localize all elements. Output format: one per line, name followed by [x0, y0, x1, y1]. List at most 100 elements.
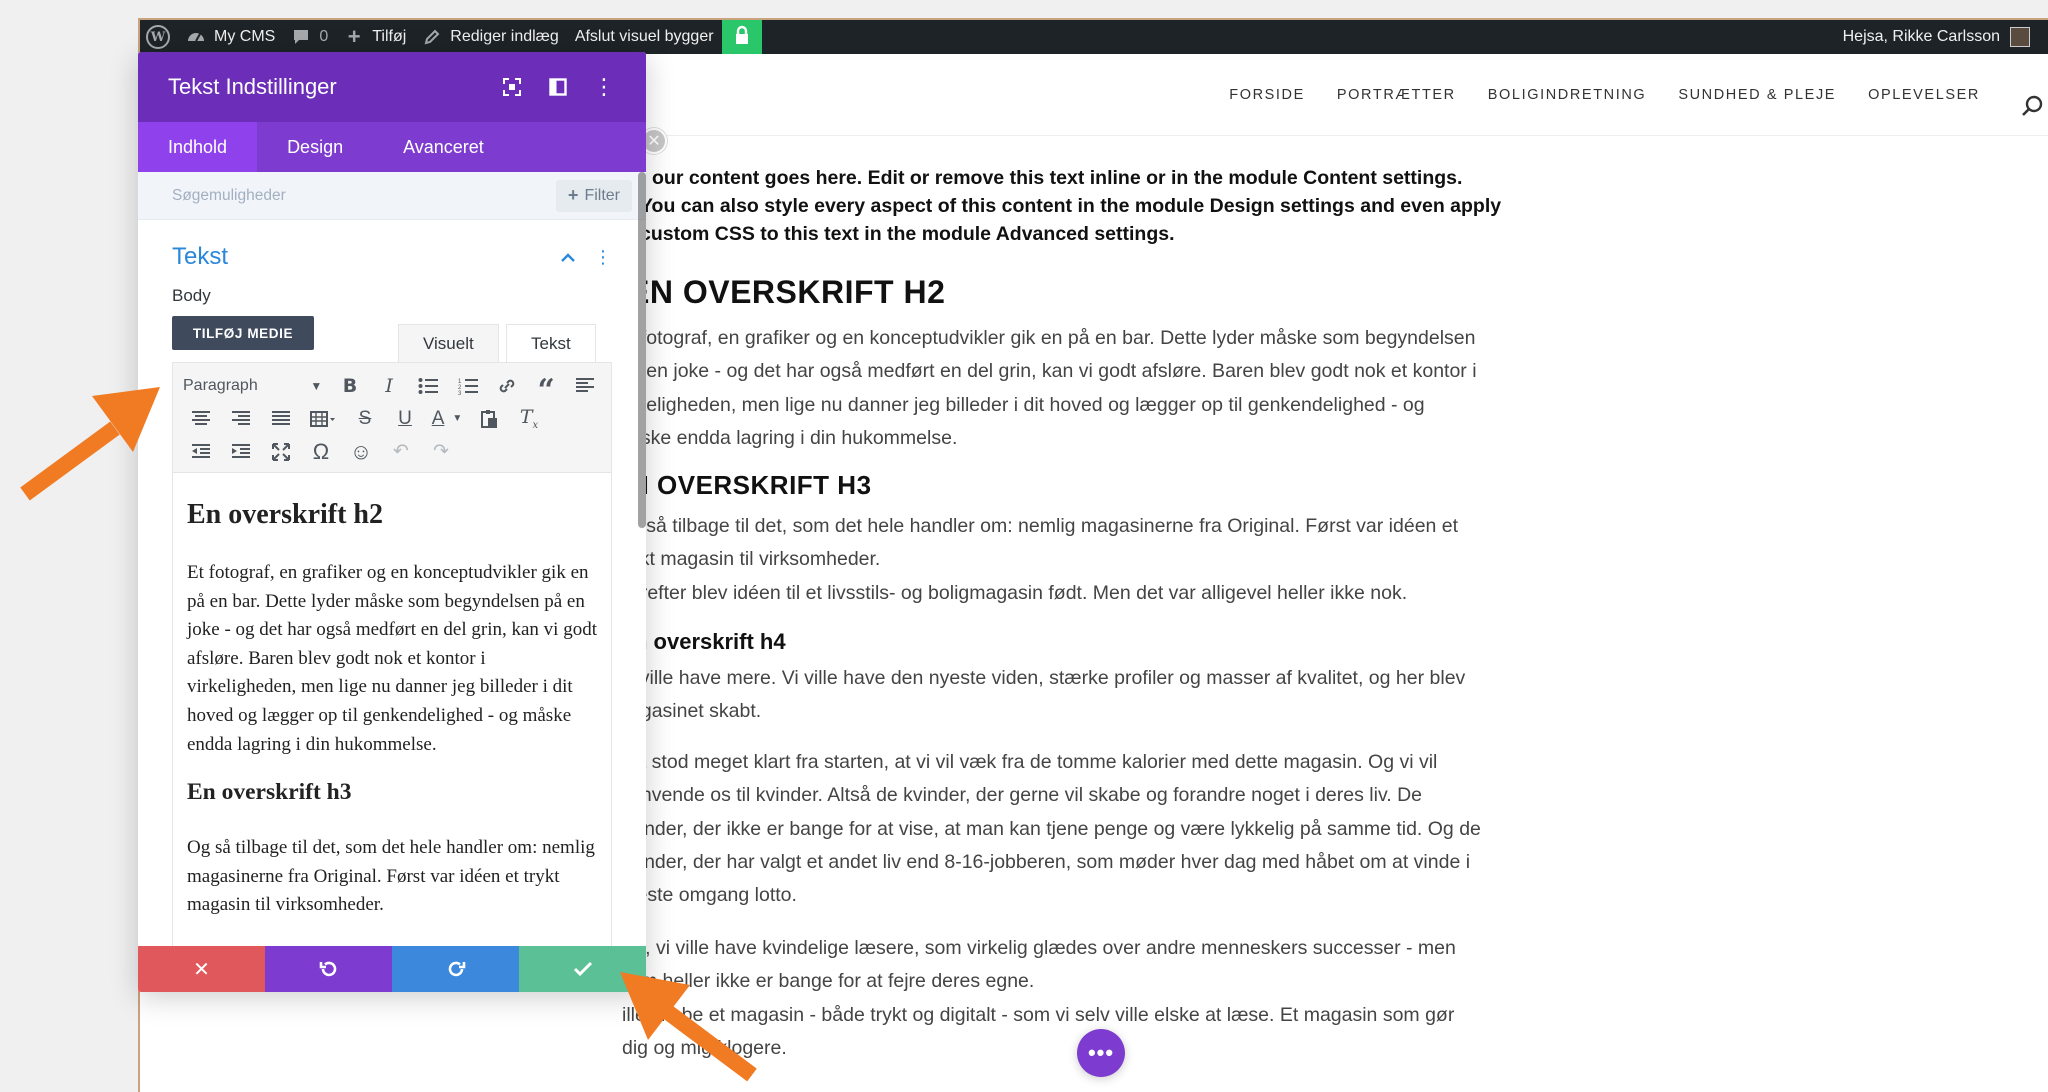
- align-right-button[interactable]: [221, 404, 261, 434]
- outdent-button[interactable]: [181, 437, 221, 467]
- save-button[interactable]: [519, 946, 646, 992]
- paragraph-line: vinder, der ikke er bange for at vise, a…: [630, 817, 1481, 840]
- plus-icon: +: [347, 24, 361, 49]
- exit-visual-builder-label: Afslut visuel bygger: [574, 28, 714, 45]
- text-module-intro[interactable]: our content goes here. Edit or remove th…: [640, 164, 1762, 248]
- undo-button[interactable]: [265, 946, 392, 992]
- editor-heading-h3: En overskrift h3: [187, 779, 352, 806]
- tab-indhold[interactable]: Indhold: [138, 122, 258, 172]
- paragraph-line: ej, vi ville have kvindelige læsere, som…: [630, 937, 1456, 959]
- paragraph-line: dig og mig klogere.: [622, 1036, 787, 1059]
- lock-button[interactable]: [721, 20, 762, 54]
- chevron-up-icon[interactable]: [560, 247, 576, 268]
- columns-icon: [549, 78, 567, 96]
- emoji-button[interactable]: ☺: [341, 437, 381, 467]
- paragraph-line: ille skabe et magasin - både trykt og di…: [622, 1003, 1455, 1026]
- filter-button[interactable]: + Filter: [555, 179, 632, 212]
- user-avatar: [2010, 27, 2030, 47]
- site-name-menu[interactable]: My CMS: [178, 20, 283, 54]
- new-content-label: Tilføj: [372, 28, 407, 45]
- paragraph-line: agasinet skabt.: [630, 700, 762, 723]
- paragraph-line: i ville have mere. Vi ville have den nye…: [630, 667, 1466, 689]
- underline-button[interactable]: U: [385, 404, 425, 434]
- dashboard-gauge-icon: [186, 27, 206, 47]
- special-character-button[interactable]: Ω: [301, 437, 341, 467]
- menu-item-portraetter[interactable]: PORTRÆTTER: [1337, 87, 1456, 103]
- paragraph-line: rkeligheden, men lige nu danner jeg bill…: [630, 393, 1425, 416]
- content-heading-h2: EN OVERSKRIFT H2: [628, 274, 946, 310]
- caret-down-icon: ▼: [452, 413, 463, 424]
- indent-button[interactable]: [221, 437, 261, 467]
- discard-button[interactable]: ✕: [138, 946, 265, 992]
- text-section: Tekst ⋮ Body TILFØJ MEDIE Visuelt Tekst …: [138, 220, 646, 973]
- paragraph-line: envende os til kvinder. Altså de kvinder…: [630, 784, 1423, 807]
- panel-more-button[interactable]: ⋮: [592, 75, 616, 99]
- builder-settings-button[interactable]: •••: [1077, 1029, 1125, 1077]
- plus-icon: +: [567, 185, 579, 205]
- exit-visual-builder-link[interactable]: Afslut visuel bygger: [567, 20, 722, 54]
- align-right-icon: [232, 410, 250, 425]
- tab-avanceret[interactable]: Avanceret: [373, 122, 514, 172]
- site-name: My CMS: [214, 28, 276, 45]
- paragraph-line: om heller ikke er bange for at fejre der…: [630, 970, 1035, 993]
- undo-arrow-icon: ↶: [393, 441, 409, 462]
- panel-title: Tekst Indstillinger: [168, 74, 337, 99]
- panel-header[interactable]: Tekst Indstillinger ⋮: [138, 52, 646, 122]
- paste-as-text-button[interactable]: [469, 404, 509, 434]
- clipboard-icon: [481, 409, 497, 428]
- pencil-icon: [422, 27, 442, 47]
- panel-scrollbar[interactable]: [638, 172, 646, 528]
- close-icon: ✕: [647, 133, 661, 150]
- editor-paragraph-1: Et fotograf, en grafiker og en konceptud…: [187, 562, 597, 755]
- add-media-button[interactable]: TILFØJ MEDIE: [172, 316, 314, 350]
- content-paragraph-2: g så tilbage til det, som det hele handl…: [630, 510, 1730, 610]
- filter-label: Filter: [584, 186, 620, 204]
- undo-icon: [319, 961, 336, 977]
- menu-item-oplevelser[interactable]: OPLEVELSER: [1868, 87, 1980, 103]
- fullscreen-editor-button[interactable]: [261, 437, 301, 467]
- horizontal-dots-icon: •••: [1087, 1040, 1115, 1065]
- new-content-menu[interactable]: + Tilføj: [336, 20, 414, 54]
- text-settings-panel: Tekst Indstillinger ⋮ Indhold Design Ava…: [138, 52, 646, 992]
- edit-post-link[interactable]: Rediger indlæg: [414, 20, 567, 54]
- redo-editor-button[interactable]: ↷: [421, 437, 461, 467]
- table-button[interactable]: [301, 404, 345, 434]
- split-view-button[interactable]: [546, 75, 570, 99]
- paragraph-line: æste omgang lotto.: [630, 884, 797, 907]
- my-account-menu[interactable]: Hejsa, Rikke Carlsson: [1835, 20, 2048, 54]
- rich-text-editor[interactable]: En overskrift h2 Et fotograf, en grafike…: [172, 473, 612, 973]
- editor-tab-visual[interactable]: Visuelt: [398, 324, 499, 362]
- content-paragraph-5: ej, vi ville have kvindelige læsere, som…: [622, 932, 1730, 1065]
- content-heading-h4: n overskrift h4: [634, 629, 786, 654]
- menu-item-boligindretning[interactable]: BOLIGINDRETNING: [1488, 87, 1647, 103]
- search-icon: [2022, 95, 2043, 116]
- tab-design[interactable]: Design: [257, 122, 373, 172]
- panel-footer: ✕: [138, 946, 646, 992]
- section-more-icon[interactable]: ⋮: [594, 247, 612, 268]
- paragraph-line: åske endda lagring i din hukommelse.: [630, 426, 958, 449]
- text-color-button[interactable]: A ▼: [425, 404, 469, 434]
- menu-item-sundhed-pleje[interactable]: SUNDHED & PLEJE: [1678, 87, 1836, 103]
- indent-icon: [232, 443, 250, 458]
- underline-icon: U: [398, 407, 412, 429]
- editor-tab-text[interactable]: Tekst: [506, 324, 596, 362]
- align-center-button[interactable]: [181, 404, 221, 434]
- fullscreen-toggle-button[interactable]: [500, 75, 524, 99]
- justify-icon: [272, 410, 290, 425]
- menu-item-forside[interactable]: FORSIDE: [1229, 87, 1305, 103]
- undo-editor-button[interactable]: ↶: [381, 437, 421, 467]
- clear-formatting-button[interactable]: Tx: [509, 404, 549, 434]
- comment-bubble-icon: [291, 27, 311, 47]
- comments-menu[interactable]: 0: [283, 20, 336, 54]
- header-search-button[interactable]: [2020, 94, 2046, 120]
- wp-logo-menu[interactable]: W: [140, 20, 178, 54]
- section-title: Tekst: [172, 243, 229, 270]
- redo-button[interactable]: [392, 946, 519, 992]
- svg-text:3: 3: [458, 391, 462, 395]
- text-section-header[interactable]: Tekst ⋮: [172, 220, 612, 294]
- redo-arrow-icon: ↷: [433, 441, 449, 462]
- strikethrough-button[interactable]: S: [345, 404, 385, 434]
- edit-post-label: Rediger indlæg: [450, 28, 559, 45]
- justify-button[interactable]: [261, 404, 301, 434]
- options-search-input[interactable]: Søgemuligheder: [172, 187, 556, 205]
